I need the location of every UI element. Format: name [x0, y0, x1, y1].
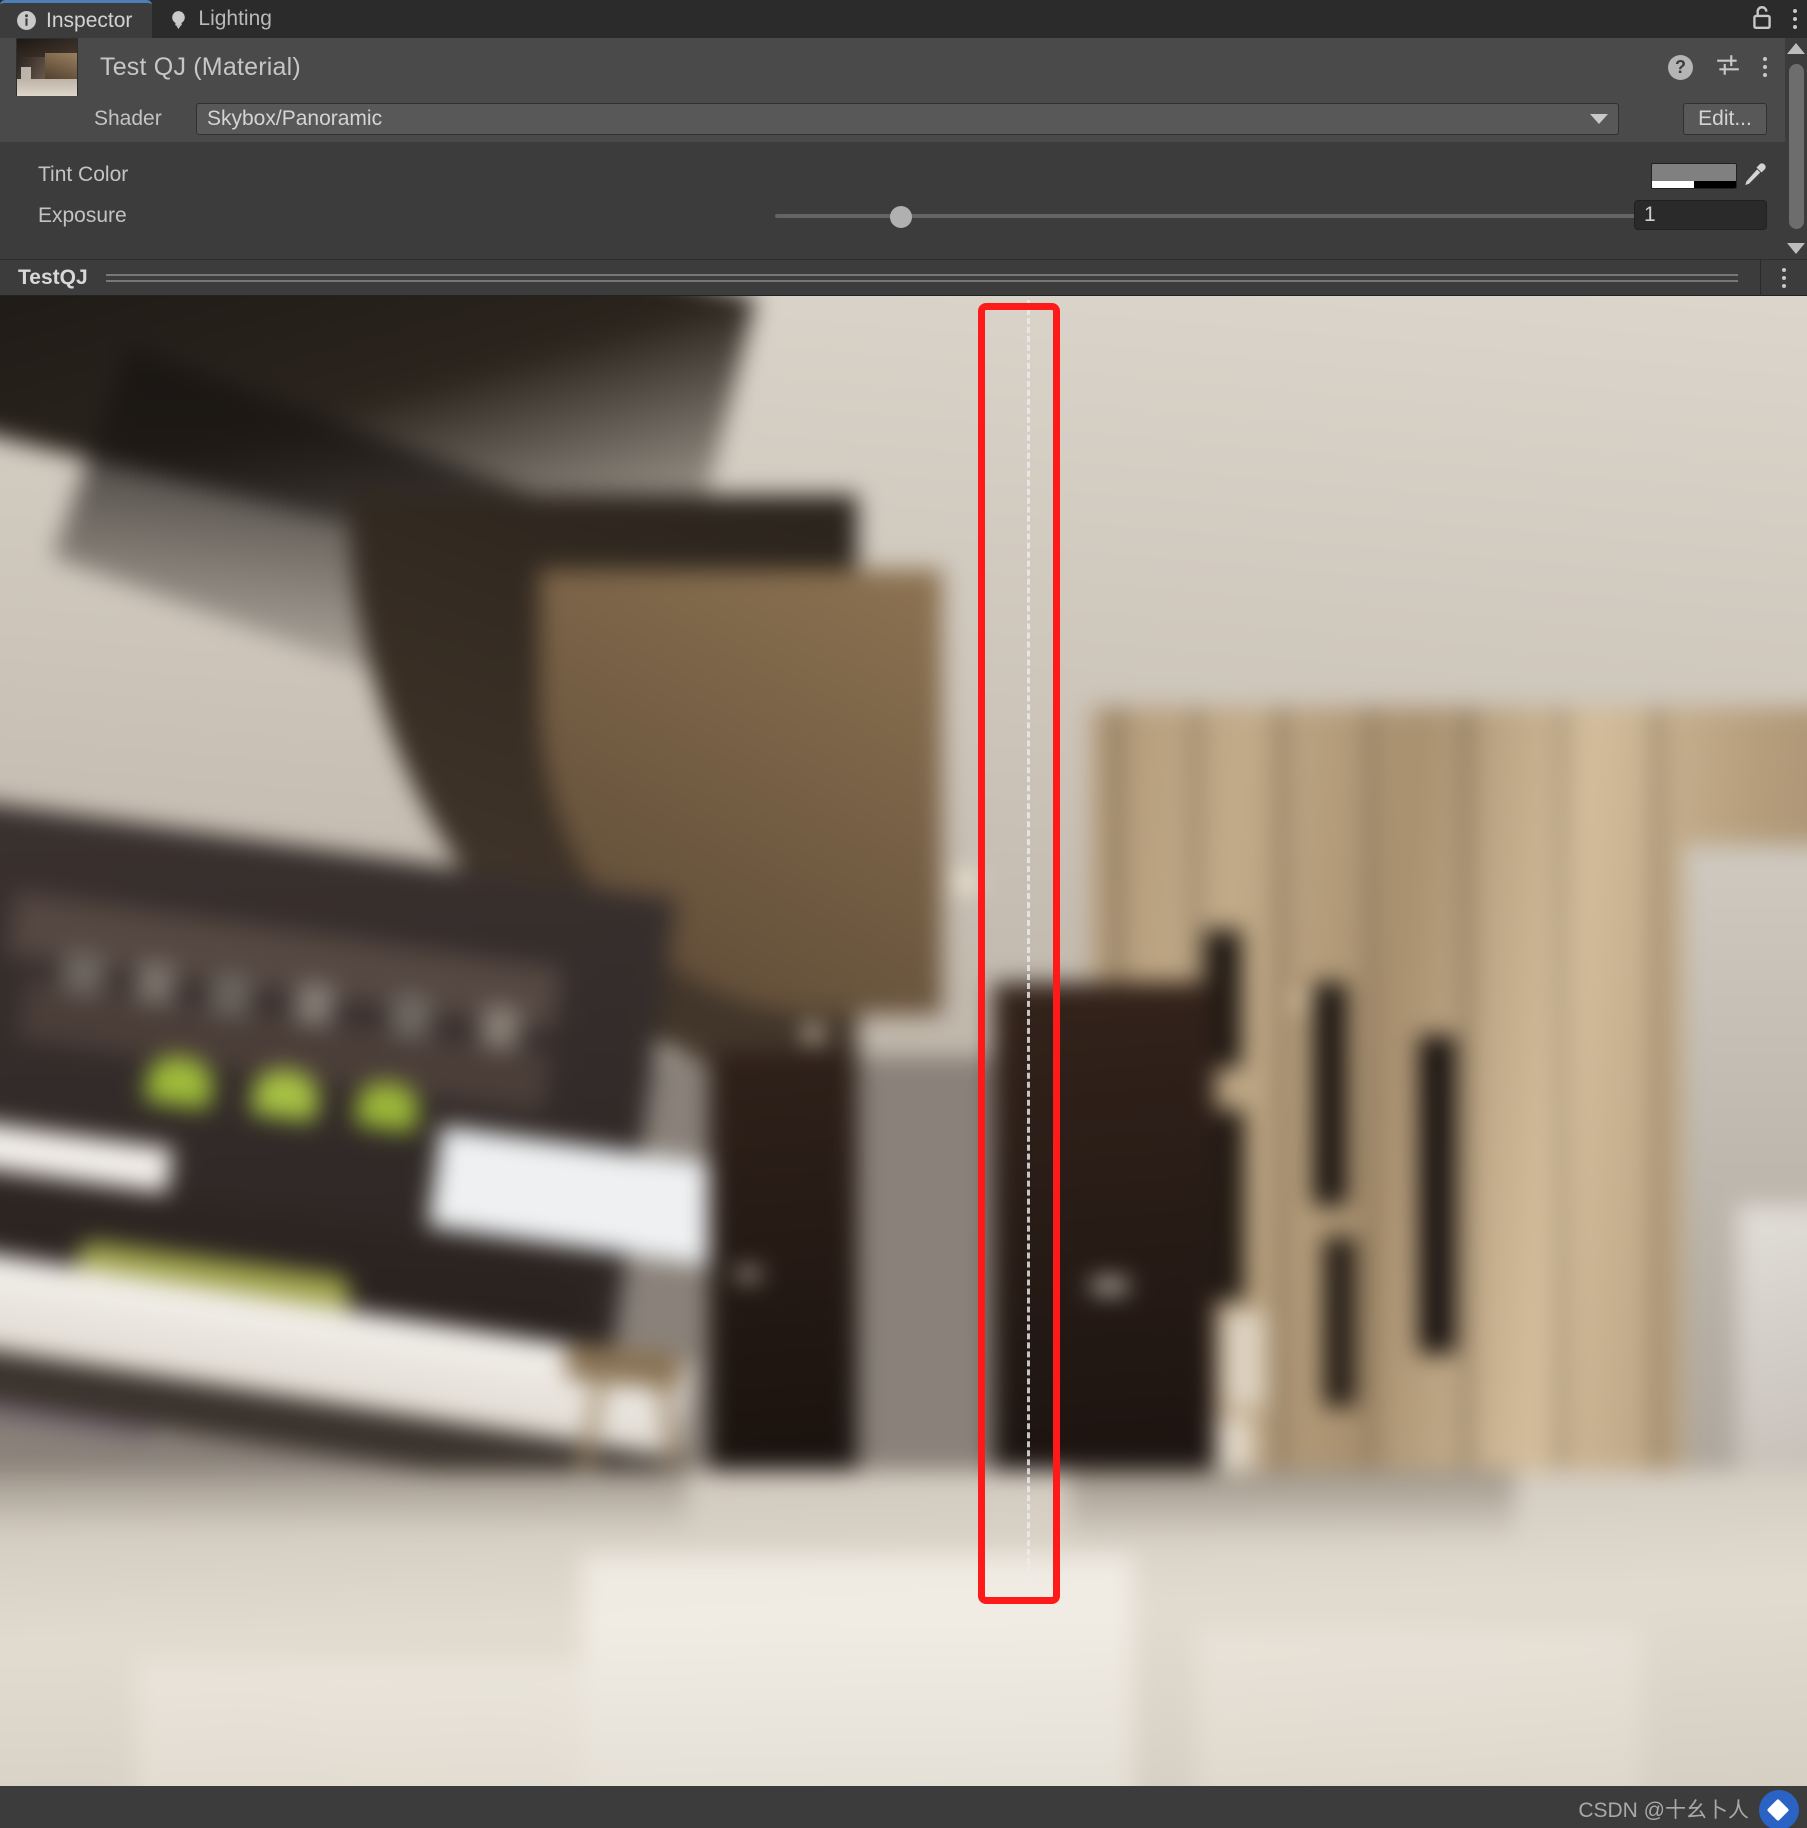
material-header-controls: ? — [1668, 38, 1767, 96]
exposure-value-field[interactable]: 1 — [1634, 200, 1767, 230]
exposure-label: Exposure — [38, 203, 127, 227]
tab-bar: Inspector Lighting — [0, 0, 1807, 38]
material-preview-thumbnail[interactable] — [16, 38, 78, 100]
csdn-logo — [1759, 1790, 1799, 1828]
scroll-up-arrow-icon[interactable] — [1787, 43, 1805, 54]
preview-menu-wrapper — [1761, 259, 1807, 296]
panorama-image — [0, 296, 1807, 1786]
kebab-menu-icon[interactable] — [1782, 267, 1786, 288]
tab-inspector-label: Inspector — [46, 8, 133, 32]
inspector-panel: Test QJ (Material) ? Shader Skybox/Panor… — [0, 38, 1807, 386]
tint-color-label: Tint Color — [38, 162, 129, 186]
shader-edit-button[interactable]: Edit... — [1683, 103, 1767, 135]
unity-inspector-window: Inspector Lighting Test QJ (Material) ? … — [0, 0, 1807, 1828]
tint-color-swatch[interactable] — [1651, 163, 1737, 189]
preview-header: TestQJ — [0, 259, 1807, 296]
page-title: Test QJ (Material) — [100, 52, 301, 81]
preset-sliders-icon[interactable] — [1715, 52, 1741, 83]
shader-value: Skybox/Panoramic — [207, 107, 383, 130]
unlock-icon[interactable] — [1750, 4, 1774, 35]
material-properties: Tint Color Exposure 1 Rotation 0 — [0, 142, 1807, 386]
help-icon[interactable]: ? — [1668, 54, 1693, 80]
property-row-tint-color: Tint Color — [0, 154, 1807, 195]
preview-title: TestQJ — [18, 265, 88, 289]
material-header: Test QJ (Material) ? — [0, 38, 1807, 100]
tab-inspector[interactable]: Inspector — [0, 0, 153, 38]
tab-lighting[interactable]: Lighting — [152, 0, 292, 38]
shader-dropdown[interactable]: Skybox/Panoramic — [196, 103, 1619, 135]
lightbulb-icon — [168, 9, 189, 30]
info-icon — [16, 10, 37, 31]
chevron-down-icon — [1590, 114, 1608, 124]
watermark-text: CSDN @十幺卜人 — [1578, 1799, 1749, 1822]
scrollbar-thumb[interactable] — [1789, 64, 1804, 229]
annotation-rectangle — [978, 303, 1060, 1604]
inspector-scrollbar[interactable] — [1785, 38, 1807, 259]
exposure-slider-handle[interactable] — [890, 206, 912, 228]
shader-row: Shader Skybox/Panoramic Edit... — [0, 96, 1807, 142]
skybox-panorama-preview[interactable] — [0, 296, 1807, 1786]
alpha-bar — [1652, 181, 1736, 188]
kebab-menu-icon[interactable] — [1793, 9, 1797, 29]
shader-label: Shader — [94, 107, 162, 130]
kebab-menu-icon[interactable] — [1763, 57, 1767, 77]
footer-bar: CSDN @十幺卜人 — [0, 1786, 1807, 1828]
preview-divider-lines — [105, 270, 1738, 286]
eyedropper-icon[interactable] — [1739, 160, 1769, 190]
tab-lighting-label: Lighting — [198, 7, 272, 30]
property-row-exposure: Exposure 1 — [0, 195, 1807, 236]
scroll-down-arrow-icon[interactable] — [1787, 243, 1805, 254]
tab-bar-controls — [1750, 0, 1797, 38]
